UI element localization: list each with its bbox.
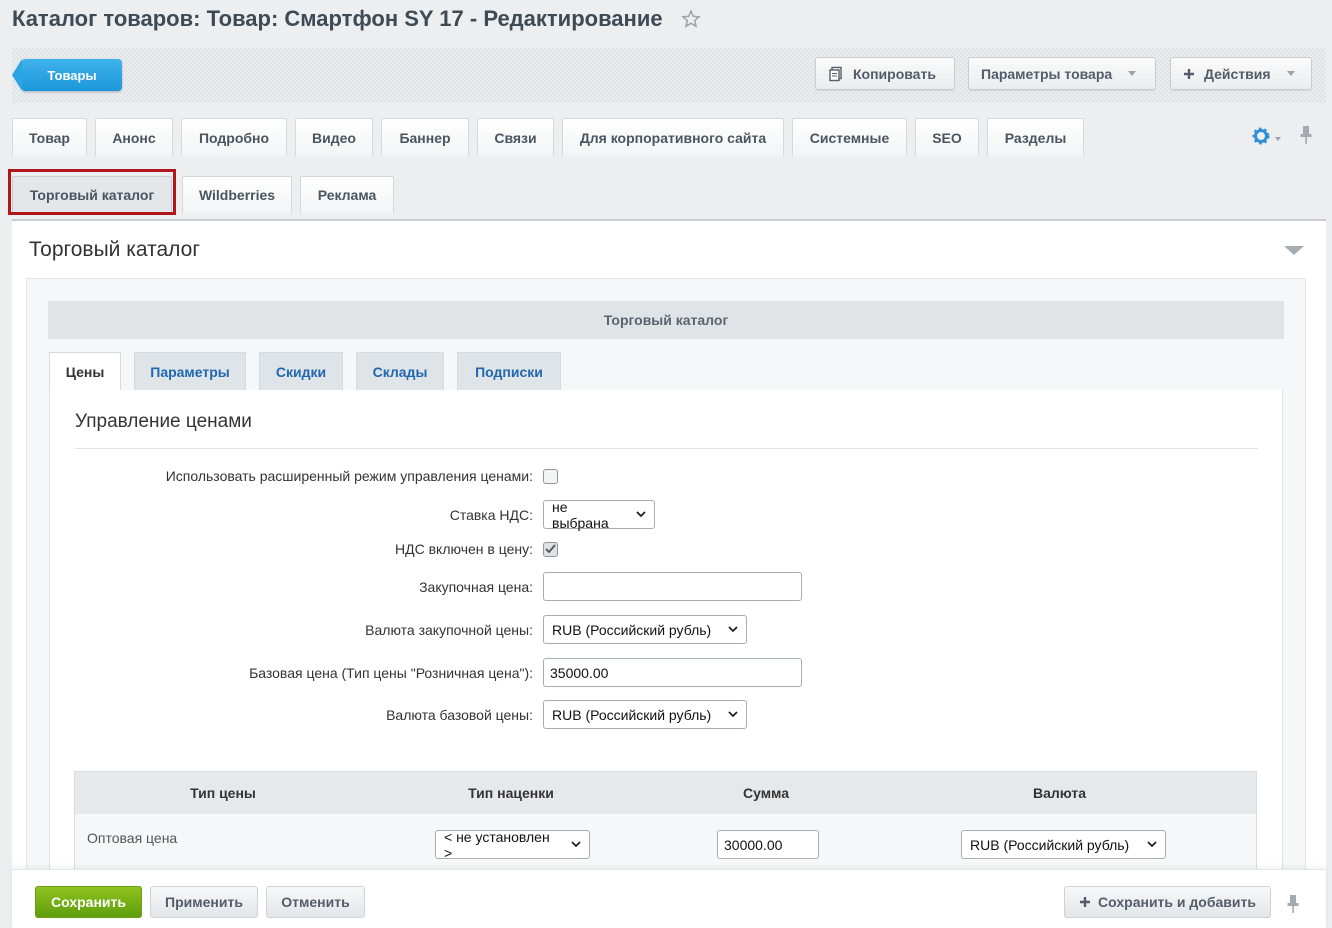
tab-wildberries[interactable]: Wildberries bbox=[182, 176, 292, 213]
header-markup-type: Тип наценки bbox=[468, 785, 554, 801]
subtab-warehouses[interactable]: Склады bbox=[356, 352, 444, 391]
vat-included-checkbox[interactable] bbox=[543, 541, 558, 557]
vat-rate-select[interactable]: не выбрана bbox=[543, 498, 655, 531]
vat-rate-label: Ставка НДС: bbox=[449, 506, 533, 523]
chevron-down-icon bbox=[1147, 841, 1157, 848]
tab-system[interactable]: Системные bbox=[792, 118, 907, 156]
cancel-button[interactable]: Отменить bbox=[266, 886, 365, 918]
tab-preview[interactable]: Анонс bbox=[95, 118, 173, 156]
purchase-currency-select[interactable]: RUB (Российский рубль) bbox=[543, 615, 747, 644]
header-currency: Валюта bbox=[1032, 785, 1087, 801]
page-title: Каталог товаров: Товар: Смартфон SY 17 -… bbox=[12, 6, 701, 32]
base-price-label: Базовая цена (Тип цены "Розничная цена")… bbox=[249, 664, 533, 681]
section-heading: Управление ценами bbox=[75, 411, 252, 432]
main-tabs-row-1: Товар Анонс Подробно Видео Баннер Связи … bbox=[12, 118, 1092, 156]
save-and-add-button[interactable]: Сохранить и добавить bbox=[1064, 886, 1271, 918]
chevron-down-icon bbox=[728, 626, 738, 633]
base-price-row: Базовая цена (Тип цены "Розничная цена")… bbox=[0, 658, 1100, 687]
purchase-currency-value: RUB (Российский рубль) bbox=[552, 621, 712, 638]
base-currency-row: Валюта базовой цены: RUB (Российский руб… bbox=[0, 700, 1100, 729]
product-params-label: Параметры товара bbox=[981, 65, 1113, 82]
collapse-arrow-icon[interactable] bbox=[1284, 246, 1304, 255]
vat-included-row: НДС включен в цену: bbox=[0, 541, 1100, 557]
purchase-currency-row: Валюта закупочной цены: RUB (Российский … bbox=[0, 615, 1100, 644]
subtab-prices[interactable]: Цены bbox=[49, 352, 121, 391]
tab-sections[interactable]: Разделы bbox=[987, 118, 1084, 156]
page-title-text: Каталог товаров: Товар: Смартфон SY 17 -… bbox=[12, 6, 663, 31]
back-to-products-button[interactable]: Товары bbox=[12, 59, 122, 91]
actions-label: Действия bbox=[1204, 65, 1271, 82]
chevron-down-icon bbox=[636, 511, 646, 518]
copy-button[interactable]: Копировать bbox=[815, 57, 955, 90]
markup-type-value: < не установлен > bbox=[444, 828, 550, 861]
markup-type-select[interactable]: < не установлен > bbox=[435, 828, 590, 861]
row-price-type: Оптовая цена bbox=[87, 830, 178, 846]
purchase-price-row: Закупочная цена: bbox=[0, 572, 1100, 601]
subtab-subscriptions[interactable]: Подписки bbox=[457, 352, 561, 391]
price-table-header: Тип цены Тип наценки Сумма Валюта bbox=[75, 772, 1256, 814]
extended-mode-row: Использовать расширенный режим управлени… bbox=[0, 468, 1100, 484]
copy-label: Копировать bbox=[853, 65, 936, 82]
tab-links[interactable]: Связи bbox=[477, 118, 554, 156]
price-table: Тип цены Тип наценки Сумма Валюта Оптова… bbox=[74, 771, 1257, 884]
gear-icon bbox=[1252, 127, 1270, 150]
vat-rate-row: Ставка НДС: не выбрана bbox=[0, 498, 1100, 531]
base-currency-label: Валюта базовой цены: bbox=[386, 706, 533, 723]
pin-icon[interactable] bbox=[1286, 894, 1300, 919]
purchase-price-input[interactable] bbox=[543, 572, 802, 601]
trade-catalog-header: Торговый каталог bbox=[48, 301, 1284, 339]
copy-icon bbox=[828, 66, 844, 82]
tab-banner[interactable]: Баннер bbox=[381, 118, 469, 156]
tab-details[interactable]: Подробно bbox=[181, 118, 287, 156]
base-price-input[interactable]: 35000.00 bbox=[543, 658, 802, 687]
tab-seo[interactable]: SEO bbox=[915, 118, 979, 156]
purchase-price-label: Закупочная цена: bbox=[419, 578, 533, 595]
chevron-down-icon bbox=[1128, 71, 1137, 76]
save-button[interactable]: Сохранить bbox=[35, 886, 142, 918]
plus-icon bbox=[1183, 68, 1195, 80]
actions-button[interactable]: Действия bbox=[1170, 57, 1312, 90]
sum-input[interactable]: 30000.00 bbox=[717, 830, 819, 859]
pin-icon[interactable] bbox=[1299, 125, 1313, 150]
top-toolbar: Товары Копировать Параметры товара Дейст… bbox=[12, 48, 1326, 103]
tab-settings-button[interactable] bbox=[1252, 127, 1281, 150]
product-params-button[interactable]: Параметры товара bbox=[968, 57, 1156, 90]
subtab-parameters[interactable]: Параметры bbox=[134, 352, 246, 391]
check-icon bbox=[545, 544, 556, 554]
bottom-action-bar: Сохранить Применить Отменить Сохранить и… bbox=[12, 869, 1326, 928]
base-currency-select[interactable]: RUB (Российский рубль) bbox=[543, 700, 747, 729]
tab-product[interactable]: Товар bbox=[12, 118, 87, 156]
sub-tabs: Цены Параметры Скидки Склады Подписки bbox=[49, 352, 574, 391]
row-currency-value: RUB (Российский рубль) bbox=[970, 836, 1130, 853]
header-price-type: Тип цены bbox=[190, 785, 256, 801]
vat-included-label: НДС включен в цену: bbox=[395, 541, 533, 557]
tab-video[interactable]: Видео bbox=[295, 118, 373, 156]
extended-mode-label: Использовать расширенный режим управлени… bbox=[165, 468, 533, 484]
selected-tab-highlight bbox=[8, 169, 176, 215]
chevron-down-icon bbox=[728, 711, 738, 718]
subtab-discounts[interactable]: Скидки bbox=[259, 352, 343, 391]
chevron-down-icon bbox=[571, 841, 581, 848]
save-and-add-label: Сохранить и добавить bbox=[1098, 894, 1256, 910]
base-currency-value: RUB (Российский рубль) bbox=[552, 706, 712, 723]
apply-button[interactable]: Применить bbox=[150, 886, 258, 918]
vat-rate-value: не выбрана bbox=[552, 498, 609, 531]
extended-mode-checkbox[interactable] bbox=[543, 468, 558, 484]
chevron-down-icon bbox=[1275, 136, 1281, 141]
panel-title: Торговый каталог bbox=[29, 238, 200, 261]
section-divider bbox=[75, 448, 1258, 449]
row-currency-select[interactable]: RUB (Российский рубль) bbox=[961, 830, 1166, 859]
star-icon[interactable] bbox=[680, 9, 701, 29]
purchase-currency-label: Валюта закупочной цены: bbox=[365, 621, 533, 638]
header-sum: Сумма bbox=[742, 785, 790, 801]
plus-icon bbox=[1079, 896, 1091, 908]
tab-advertising[interactable]: Реклама bbox=[300, 176, 394, 213]
chevron-down-icon bbox=[1286, 71, 1295, 76]
tab-corporate-site[interactable]: Для корпоративного сайта bbox=[562, 118, 784, 156]
